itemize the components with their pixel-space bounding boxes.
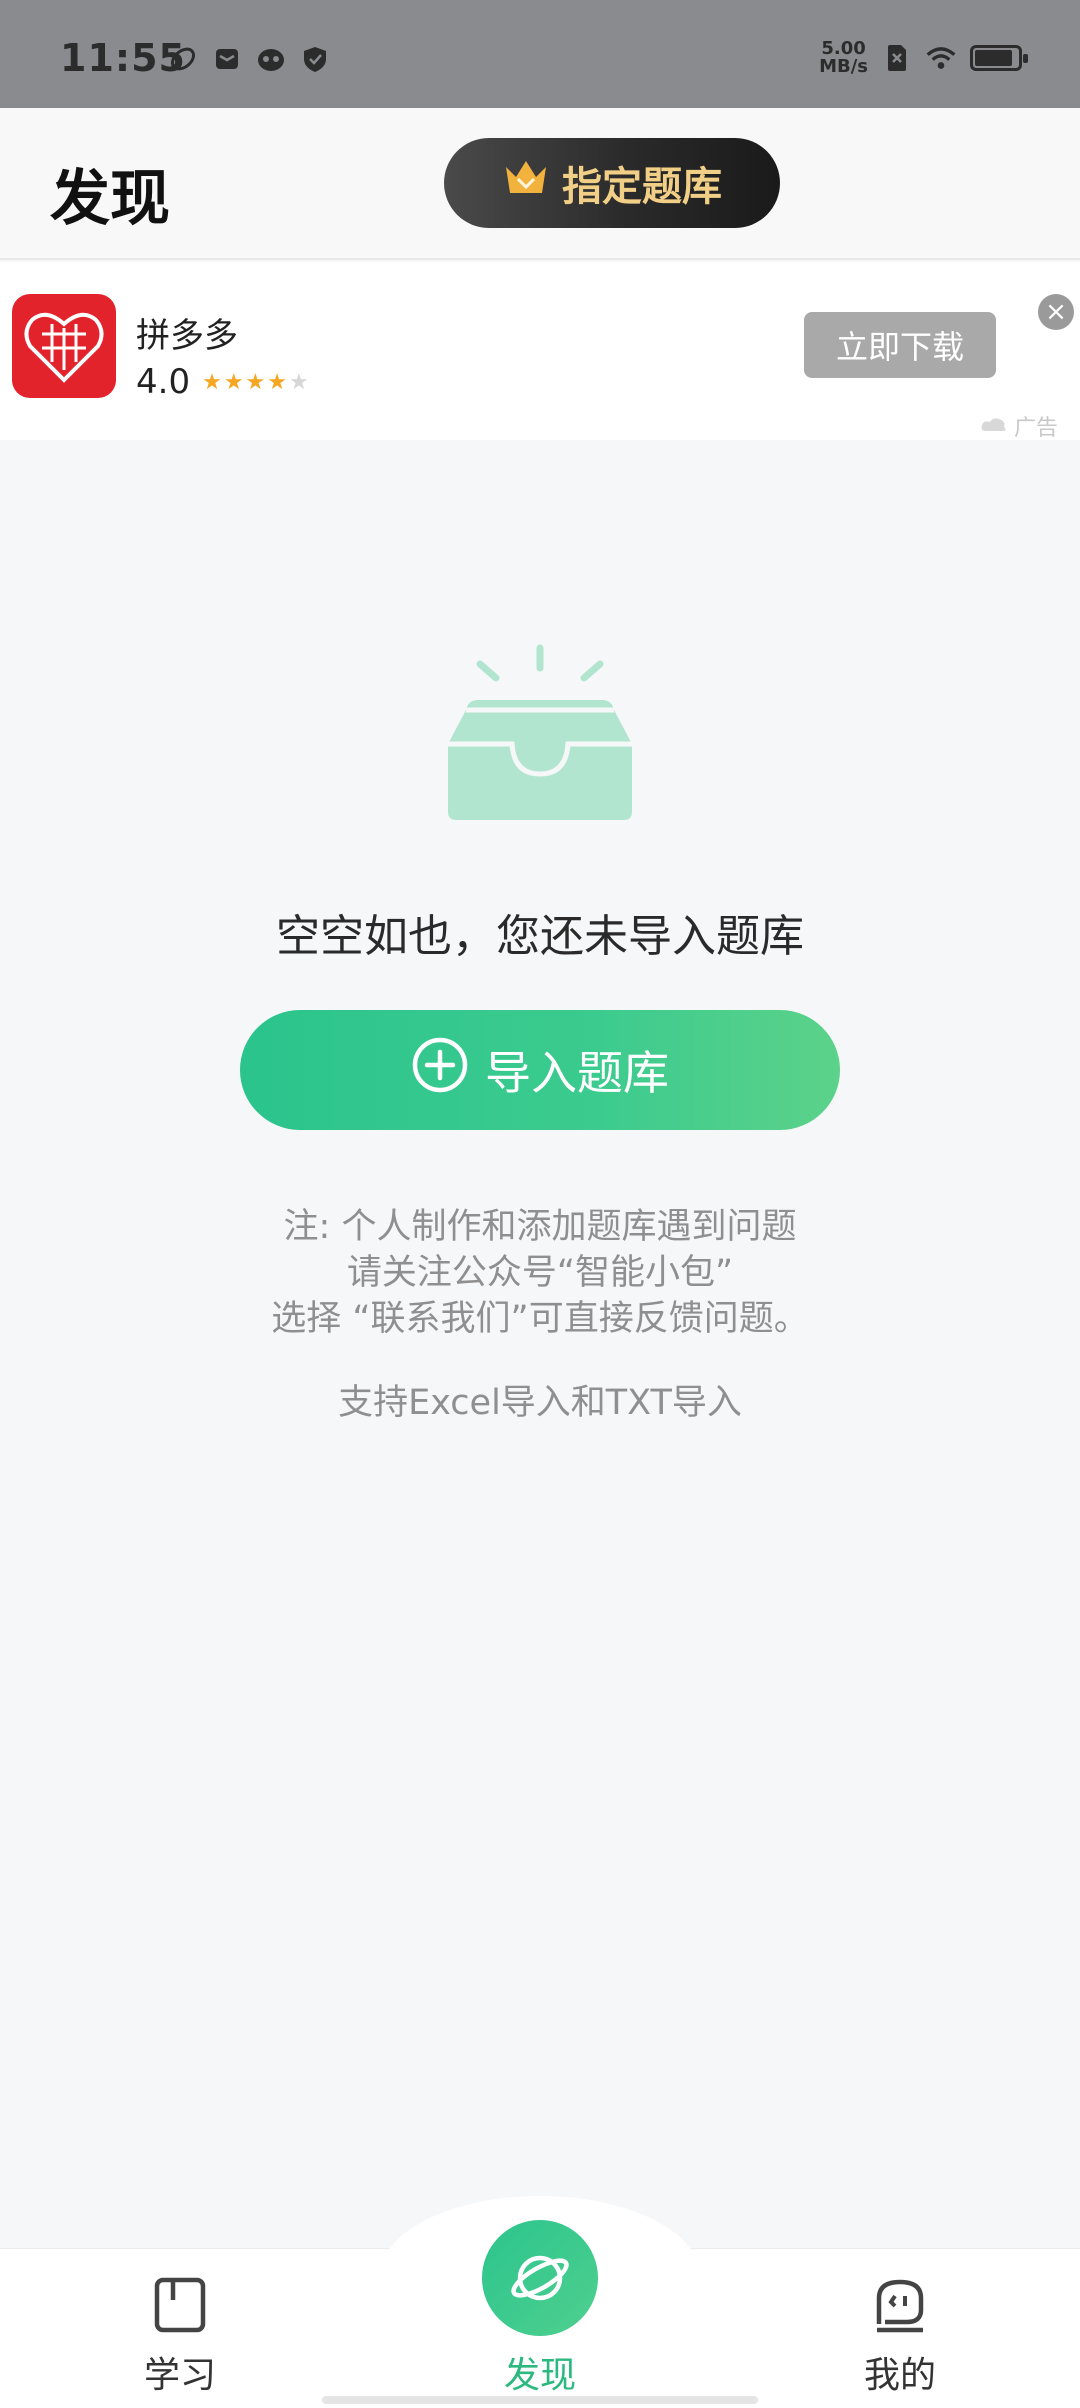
- ad-download-button[interactable]: 立即下载: [804, 312, 996, 378]
- app-notification-icon: [168, 44, 198, 74]
- rating-stars: ★ ★ ★ ★ ★: [202, 370, 309, 395]
- mascot-icon: [256, 44, 286, 74]
- note-line-1: 注: 个人制作和添加题库遇到问题: [283, 1207, 797, 1247]
- notification-icons: [168, 44, 330, 74]
- cloud-icon: [980, 414, 1008, 439]
- premium-button-label: 指定题库: [562, 164, 722, 210]
- ad-rating: 4.0 ★ ★ ★ ★ ★: [136, 362, 309, 402]
- import-button-label: 导入题库: [485, 1046, 669, 1100]
- message-icon: [212, 44, 242, 74]
- crown-icon: [502, 157, 550, 209]
- status-bar: 11:55 5.00 MB/s: [0, 0, 1080, 108]
- pinduoduo-logo: [12, 294, 116, 398]
- battery-icon: [970, 45, 1028, 71]
- star-icon: ★: [223, 369, 244, 395]
- app-header: 发现 指定题库: [0, 108, 1080, 260]
- nav-icon-spacer: [460, 2276, 620, 2338]
- sim-off-icon: [882, 43, 912, 73]
- note-line-2: 请关注公众号“智能小包”: [346, 1253, 734, 1293]
- star-icon: ★: [202, 369, 222, 395]
- ad-app-name: 拼多多: [136, 316, 238, 356]
- star-icon: ★: [289, 369, 309, 395]
- nav-label-mine: 我的: [863, 2355, 936, 2396]
- ad-rating-value: 4.0: [136, 362, 191, 402]
- plus-circle-icon: [411, 1036, 469, 1105]
- ad-close-button[interactable]: ×: [1038, 294, 1074, 330]
- nav-item-mine[interactable]: 我的: [820, 2276, 980, 2398]
- empty-state-message: 空空如也，您还未导入题库: [276, 911, 804, 962]
- battery-fill: [975, 50, 1012, 66]
- shield-icon: [300, 44, 330, 74]
- net-speed-unit: MB/s: [819, 56, 868, 77]
- wifi-icon: [926, 43, 956, 73]
- ad-tag: 广告: [980, 410, 1058, 442]
- supported-formats-text: 支持Excel导入和TXT导入: [338, 1383, 742, 1423]
- help-notes: 注: 个人制作和添加题库遇到问题 请关注公众号“智能小包” 选择 “联系我们”可…: [0, 1204, 1080, 1342]
- home-indicator[interactable]: [322, 2396, 758, 2404]
- nav-item-discover[interactable]: 发现: [460, 2276, 620, 2398]
- empty-inbox-icon: [432, 640, 648, 830]
- ad-banner[interactable]: 拼多多 4.0 ★ ★ ★ ★ ★ 立即下载 × 广告: [0, 262, 1080, 442]
- ad-tag-label: 广告: [1013, 416, 1058, 441]
- book-icon: [100, 2276, 260, 2338]
- star-icon: ★: [245, 369, 266, 395]
- premium-question-bank-button[interactable]: 指定题库: [444, 138, 780, 228]
- face-icon: [820, 2276, 980, 2338]
- network-speed: 5.00 MB/s: [819, 40, 868, 76]
- nav-label-discover: 发现: [503, 2355, 576, 2396]
- import-question-bank-button[interactable]: 导入题库: [240, 1010, 840, 1130]
- status-right: 5.00 MB/s: [819, 40, 1028, 76]
- nav-label-study: 学习: [143, 2355, 216, 2396]
- nav-item-study[interactable]: 学习: [100, 2276, 260, 2398]
- page-title: 发现: [50, 164, 170, 234]
- note-line-3: 选择 “联系我们”可直接反馈问题。: [271, 1299, 809, 1339]
- star-icon: ★: [267, 369, 288, 395]
